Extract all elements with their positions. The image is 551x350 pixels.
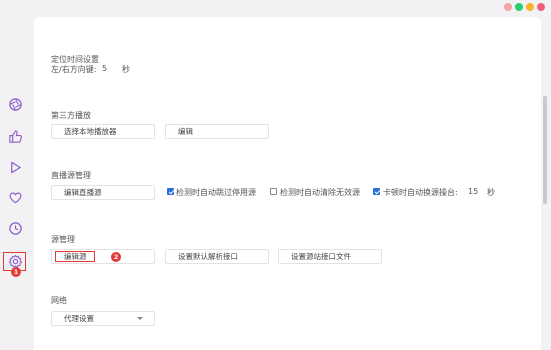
skip-disabled-checkbox[interactable] bbox=[167, 188, 174, 195]
edit-source-highlight bbox=[55, 251, 95, 262]
restore-dot-icon[interactable] bbox=[526, 3, 534, 11]
aperture-icon[interactable] bbox=[8, 97, 23, 112]
scrollbar[interactable] bbox=[543, 96, 547, 204]
thumbs-up-icon[interactable] bbox=[8, 129, 23, 144]
select-local-player-button[interactable]: 选择本地播放器 bbox=[51, 124, 155, 139]
chevron-down-icon bbox=[137, 317, 143, 320]
stall-seconds-value[interactable]: 15 bbox=[468, 187, 478, 196]
heart-icon[interactable] bbox=[8, 190, 23, 205]
live-section-title: 直播源管理 bbox=[51, 171, 91, 180]
skip-disabled-label: 检测时自动跳过停用源 bbox=[176, 188, 256, 197]
clock-icon[interactable] bbox=[8, 221, 23, 236]
sidebar: 1 bbox=[0, 0, 32, 350]
play-icon[interactable] bbox=[8, 160, 23, 175]
minimize-dot-icon[interactable] bbox=[504, 3, 512, 11]
auto-switch-label: 卡顿时自动换源操台: bbox=[383, 188, 458, 197]
clear-invalid-checkbox[interactable] bbox=[270, 188, 277, 195]
auto-switch-checkbox[interactable] bbox=[373, 188, 380, 195]
arrow-key-seconds[interactable]: 5 bbox=[102, 64, 107, 73]
close-dot-icon[interactable] bbox=[537, 3, 545, 11]
settings-panel bbox=[34, 17, 541, 350]
arrow-key-label: 左/右方向键: bbox=[51, 65, 97, 74]
player-section-title: 第三方播放 bbox=[51, 111, 91, 120]
network-section-title: 网络 bbox=[51, 296, 67, 305]
source-section-title: 源管理 bbox=[51, 235, 75, 244]
edit-live-source-button[interactable]: 编辑直播源 bbox=[51, 185, 155, 200]
step-badge-1: 1 bbox=[11, 267, 21, 277]
clear-invalid-label: 检测时自动清除无效源 bbox=[280, 188, 360, 197]
step-badge-2: 2 bbox=[111, 252, 121, 262]
set-default-parser-button[interactable]: 设置默认解析接口 bbox=[165, 249, 269, 264]
window-controls bbox=[504, 3, 545, 11]
edit-player-button[interactable]: 编辑 bbox=[165, 124, 269, 139]
maximize-dot-icon[interactable] bbox=[515, 3, 523, 11]
stall-seconds-unit: 秒 bbox=[487, 188, 495, 197]
arrow-key-unit: 秒 bbox=[122, 65, 130, 74]
set-site-interface-button[interactable]: 设置源站接口文件 bbox=[278, 249, 382, 264]
